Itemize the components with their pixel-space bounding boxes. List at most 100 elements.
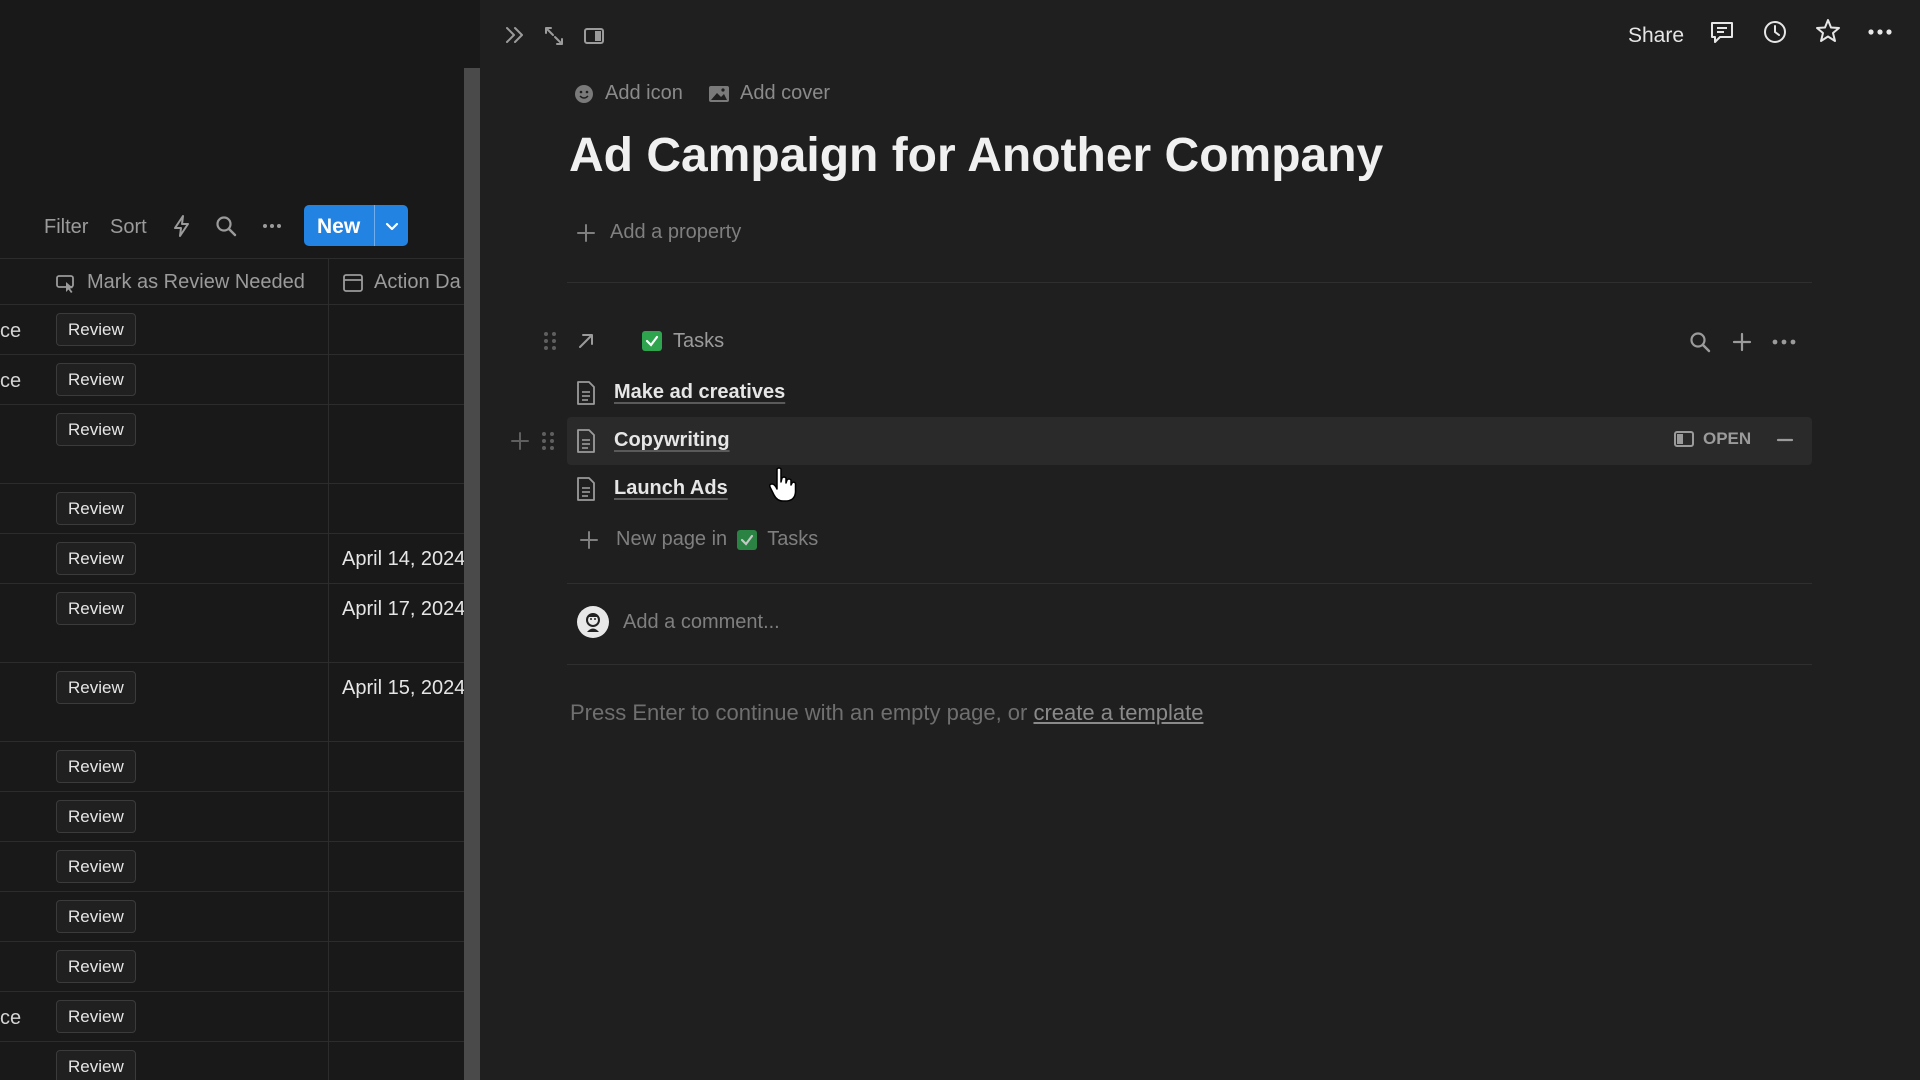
search-icon[interactable] bbox=[1688, 330, 1712, 354]
table-row[interactable]: ce Review bbox=[0, 355, 464, 405]
table-row[interactable]: Review bbox=[0, 742, 464, 792]
remove-minus-icon[interactable] bbox=[1774, 429, 1796, 451]
plus-icon bbox=[580, 530, 598, 549]
add-property-button[interactable]: Add a property bbox=[576, 221, 741, 244]
table-row[interactable]: Review April 15, 2024 bbox=[0, 663, 464, 742]
title-cell-fragment: ce bbox=[0, 370, 22, 392]
filter-button[interactable]: Filter bbox=[44, 216, 88, 239]
review-button[interactable]: Review bbox=[56, 492, 136, 525]
action-date-cell[interactable]: April 17, 2024 bbox=[342, 598, 464, 621]
avatar bbox=[577, 606, 609, 638]
new-page-label: New page in bbox=[616, 528, 728, 550]
review-button[interactable]: Review bbox=[56, 1000, 136, 1033]
create-template-link[interactable]: create a template bbox=[1033, 700, 1203, 725]
plus-icon bbox=[577, 223, 595, 242]
close-peek-icon[interactable] bbox=[502, 22, 528, 48]
more-options-icon[interactable] bbox=[1770, 330, 1798, 354]
page-document-icon bbox=[577, 381, 595, 405]
table-row[interactable]: Review bbox=[0, 792, 464, 842]
review-button[interactable]: Review bbox=[56, 900, 136, 933]
review-button[interactable]: Review bbox=[56, 750, 136, 783]
review-button[interactable]: Review bbox=[56, 671, 136, 704]
peek-mode-icon[interactable] bbox=[582, 24, 606, 48]
column-divider bbox=[328, 259, 329, 306]
add-icon-button[interactable]: Add icon bbox=[573, 82, 683, 105]
list-item[interactable]: Make ad creatives bbox=[567, 369, 1812, 417]
share-button[interactable]: Share bbox=[1628, 24, 1684, 48]
new-page-button[interactable]: New page in Tasks bbox=[578, 528, 818, 551]
review-button[interactable]: Review bbox=[56, 800, 136, 833]
automation-bolt-icon[interactable] bbox=[170, 214, 194, 238]
hand-pointer-cursor-icon bbox=[769, 467, 797, 502]
favorite-star-icon[interactable] bbox=[1814, 17, 1842, 45]
task-title[interactable]: Make ad creatives bbox=[614, 381, 785, 404]
table-row[interactable]: Review bbox=[0, 484, 464, 534]
list-item[interactable]: Launch Ads bbox=[567, 465, 1812, 513]
open-button[interactable]: OPEN bbox=[1673, 429, 1751, 449]
table-row[interactable]: Review bbox=[0, 405, 464, 484]
comments-icon[interactable] bbox=[1708, 18, 1736, 46]
table-row[interactable]: ce Review bbox=[0, 305, 464, 355]
column-header-action-date[interactable]: Action Da bbox=[342, 259, 461, 306]
empty-page-hint: Press Enter to continue with an empty pa… bbox=[570, 700, 1203, 726]
table-row[interactable]: ce Review bbox=[0, 992, 464, 1042]
chevron-down-icon[interactable] bbox=[382, 216, 402, 236]
table-row[interactable]: Review April 14, 2024 bbox=[0, 534, 464, 584]
review-button[interactable]: Review bbox=[56, 363, 136, 396]
review-button[interactable]: Review bbox=[56, 850, 136, 883]
database-toolbar: Filter Sort New bbox=[0, 205, 464, 247]
table-row[interactable]: Review bbox=[0, 1042, 464, 1080]
hint-text: Press Enter to continue with an empty pa… bbox=[570, 700, 1034, 725]
review-button[interactable]: Review bbox=[56, 313, 136, 346]
linked-database-title[interactable]: Tasks bbox=[673, 330, 724, 353]
list-item[interactable]: Copywriting OPEN bbox=[567, 417, 1812, 465]
scrollbar[interactable] bbox=[464, 68, 480, 1080]
table-row[interactable]: Review bbox=[0, 892, 464, 942]
sort-button[interactable]: Sort bbox=[110, 216, 147, 239]
add-cover-button[interactable]: Add cover bbox=[708, 82, 830, 105]
table-row[interactable]: Review bbox=[0, 942, 464, 992]
smiley-icon bbox=[575, 84, 593, 103]
title-cell-fragment: ce bbox=[0, 1007, 22, 1029]
page-document-icon bbox=[577, 429, 595, 453]
new-button[interactable]: New bbox=[304, 205, 408, 246]
add-property-label: Add a property bbox=[610, 221, 742, 243]
more-options-icon[interactable] bbox=[260, 214, 284, 238]
add-icon-label: Add icon bbox=[605, 82, 683, 104]
task-title[interactable]: Copywriting bbox=[614, 429, 730, 452]
comment-input-row[interactable]: Add a comment... bbox=[577, 606, 780, 638]
new-page-database-name: Tasks bbox=[767, 528, 819, 550]
divider bbox=[567, 583, 1812, 584]
search-icon[interactable] bbox=[214, 214, 238, 238]
more-options-icon[interactable] bbox=[1865, 18, 1895, 46]
drag-handle-icon[interactable] bbox=[540, 429, 556, 453]
page-title[interactable]: Ad Campaign for Another Company bbox=[569, 128, 1383, 183]
history-clock-icon[interactable] bbox=[1761, 18, 1789, 46]
table-row[interactable]: Review April 17, 2024 bbox=[0, 584, 464, 663]
plus-icon[interactable] bbox=[1730, 330, 1754, 354]
plus-icon[interactable] bbox=[509, 430, 531, 452]
side-peek-panel: Share Add icon Add cover Ad Campaign for… bbox=[480, 0, 1920, 1080]
review-button[interactable]: Review bbox=[56, 1050, 136, 1080]
review-button[interactable]: Review bbox=[56, 592, 136, 625]
checkbox-icon bbox=[642, 331, 662, 351]
table-row[interactable]: Review bbox=[0, 842, 464, 892]
column-header-label: Action Da bbox=[374, 271, 461, 293]
drag-handle-icon[interactable] bbox=[540, 328, 560, 354]
user-avatar-icon bbox=[586, 613, 600, 632]
comment-input[interactable]: Add a comment... bbox=[623, 611, 780, 634]
new-button-label: New bbox=[317, 215, 361, 238]
review-button[interactable]: Review bbox=[56, 413, 136, 446]
new-button-divider bbox=[374, 205, 375, 246]
table-header: Mark as Review Needed Action Da bbox=[0, 258, 464, 306]
link-arrow-icon[interactable] bbox=[575, 330, 597, 352]
action-date-cell[interactable]: April 14, 2024 bbox=[342, 548, 464, 571]
action-date-cell[interactable]: April 15, 2024 bbox=[342, 677, 464, 700]
task-title[interactable]: Launch Ads bbox=[614, 477, 728, 500]
column-header-review[interactable]: Mark as Review Needed bbox=[55, 259, 305, 306]
button-cursor-icon bbox=[56, 274, 74, 293]
review-button[interactable]: Review bbox=[56, 542, 136, 575]
review-button[interactable]: Review bbox=[56, 950, 136, 983]
expand-full-page-icon[interactable] bbox=[542, 24, 566, 48]
page-document-icon bbox=[577, 477, 595, 501]
